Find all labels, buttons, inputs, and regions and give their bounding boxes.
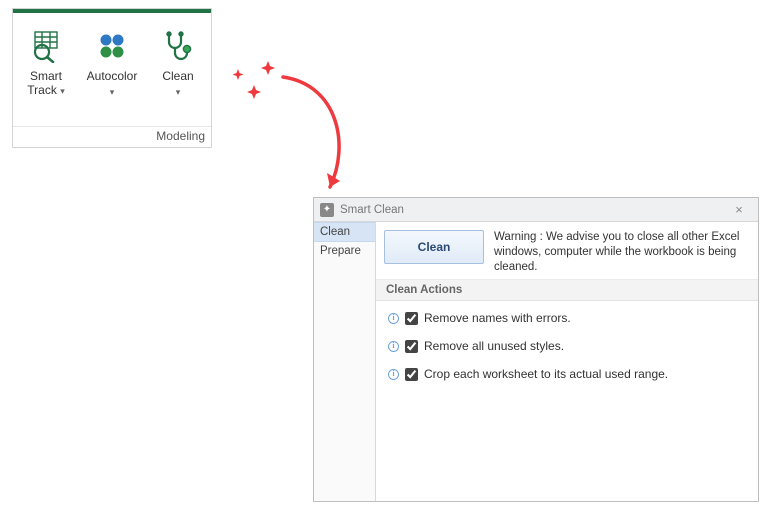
smart-track-icon xyxy=(29,27,63,65)
action-crop-used-range: Crop each worksheet to its actual used r… xyxy=(388,367,746,381)
smart-clean-dialog: Smart Clean × Clean Prepare Clean Warnin… xyxy=(313,197,759,502)
clean-actions-list: Remove names with errors. Remove all unu… xyxy=(376,301,758,391)
warning-text: Warning : We advise you to close all oth… xyxy=(494,230,750,275)
action-label: Remove names with errors. xyxy=(424,311,571,325)
action-remove-error-names: Remove names with errors. xyxy=(388,311,746,325)
info-icon[interactable] xyxy=(388,369,399,380)
ribbon-modeling-group: Smart Track ▾ Autocolor ▾ xyxy=(12,8,212,148)
info-icon[interactable] xyxy=(388,313,399,324)
app-icon xyxy=(320,203,334,217)
checkbox-crop-used-range[interactable] xyxy=(405,368,418,381)
dialog-main-pane: Clean Warning : We advise you to close a… xyxy=(376,222,758,501)
annotation-arrow xyxy=(228,55,368,205)
tab-clean[interactable]: Clean xyxy=(314,222,375,242)
checkbox-remove-error-names[interactable] xyxy=(405,312,418,325)
ribbon-smart-track-button[interactable]: Smart Track ▾ xyxy=(15,27,77,98)
dialog-side-tabs: Clean Prepare xyxy=(314,222,376,501)
ribbon-group-label: Modeling xyxy=(13,126,211,147)
autocolor-icon xyxy=(95,27,129,65)
stethoscope-icon xyxy=(161,27,195,65)
tab-prepare[interactable]: Prepare xyxy=(314,242,375,261)
close-icon[interactable]: × xyxy=(726,202,752,217)
ribbon-autocolor-button[interactable]: Autocolor ▾ xyxy=(81,27,143,99)
ribbon-item-label: Clean ▾ xyxy=(162,69,193,99)
chevron-down-icon: ▾ xyxy=(60,86,65,96)
chevron-down-icon: ▾ xyxy=(110,85,115,99)
dialog-title: Smart Clean xyxy=(340,204,404,216)
run-clean-button[interactable]: Clean xyxy=(384,230,484,264)
action-label: Crop each worksheet to its actual used r… xyxy=(424,367,668,381)
dialog-titlebar[interactable]: Smart Clean × xyxy=(314,198,758,222)
action-label: Remove all unused styles. xyxy=(424,339,564,353)
action-remove-unused-styles: Remove all unused styles. xyxy=(388,339,746,353)
checkbox-remove-unused-styles[interactable] xyxy=(405,340,418,353)
ribbon-item-label: Autocolor ▾ xyxy=(87,69,138,99)
ribbon-item-label: Smart Track ▾ xyxy=(27,69,64,98)
clean-actions-header: Clean Actions xyxy=(376,280,758,301)
info-icon[interactable] xyxy=(388,341,399,352)
ribbon-items: Smart Track ▾ Autocolor ▾ xyxy=(13,13,211,126)
chevron-down-icon: ▾ xyxy=(176,85,181,99)
ribbon-clean-button[interactable]: Clean ▾ xyxy=(147,27,209,99)
